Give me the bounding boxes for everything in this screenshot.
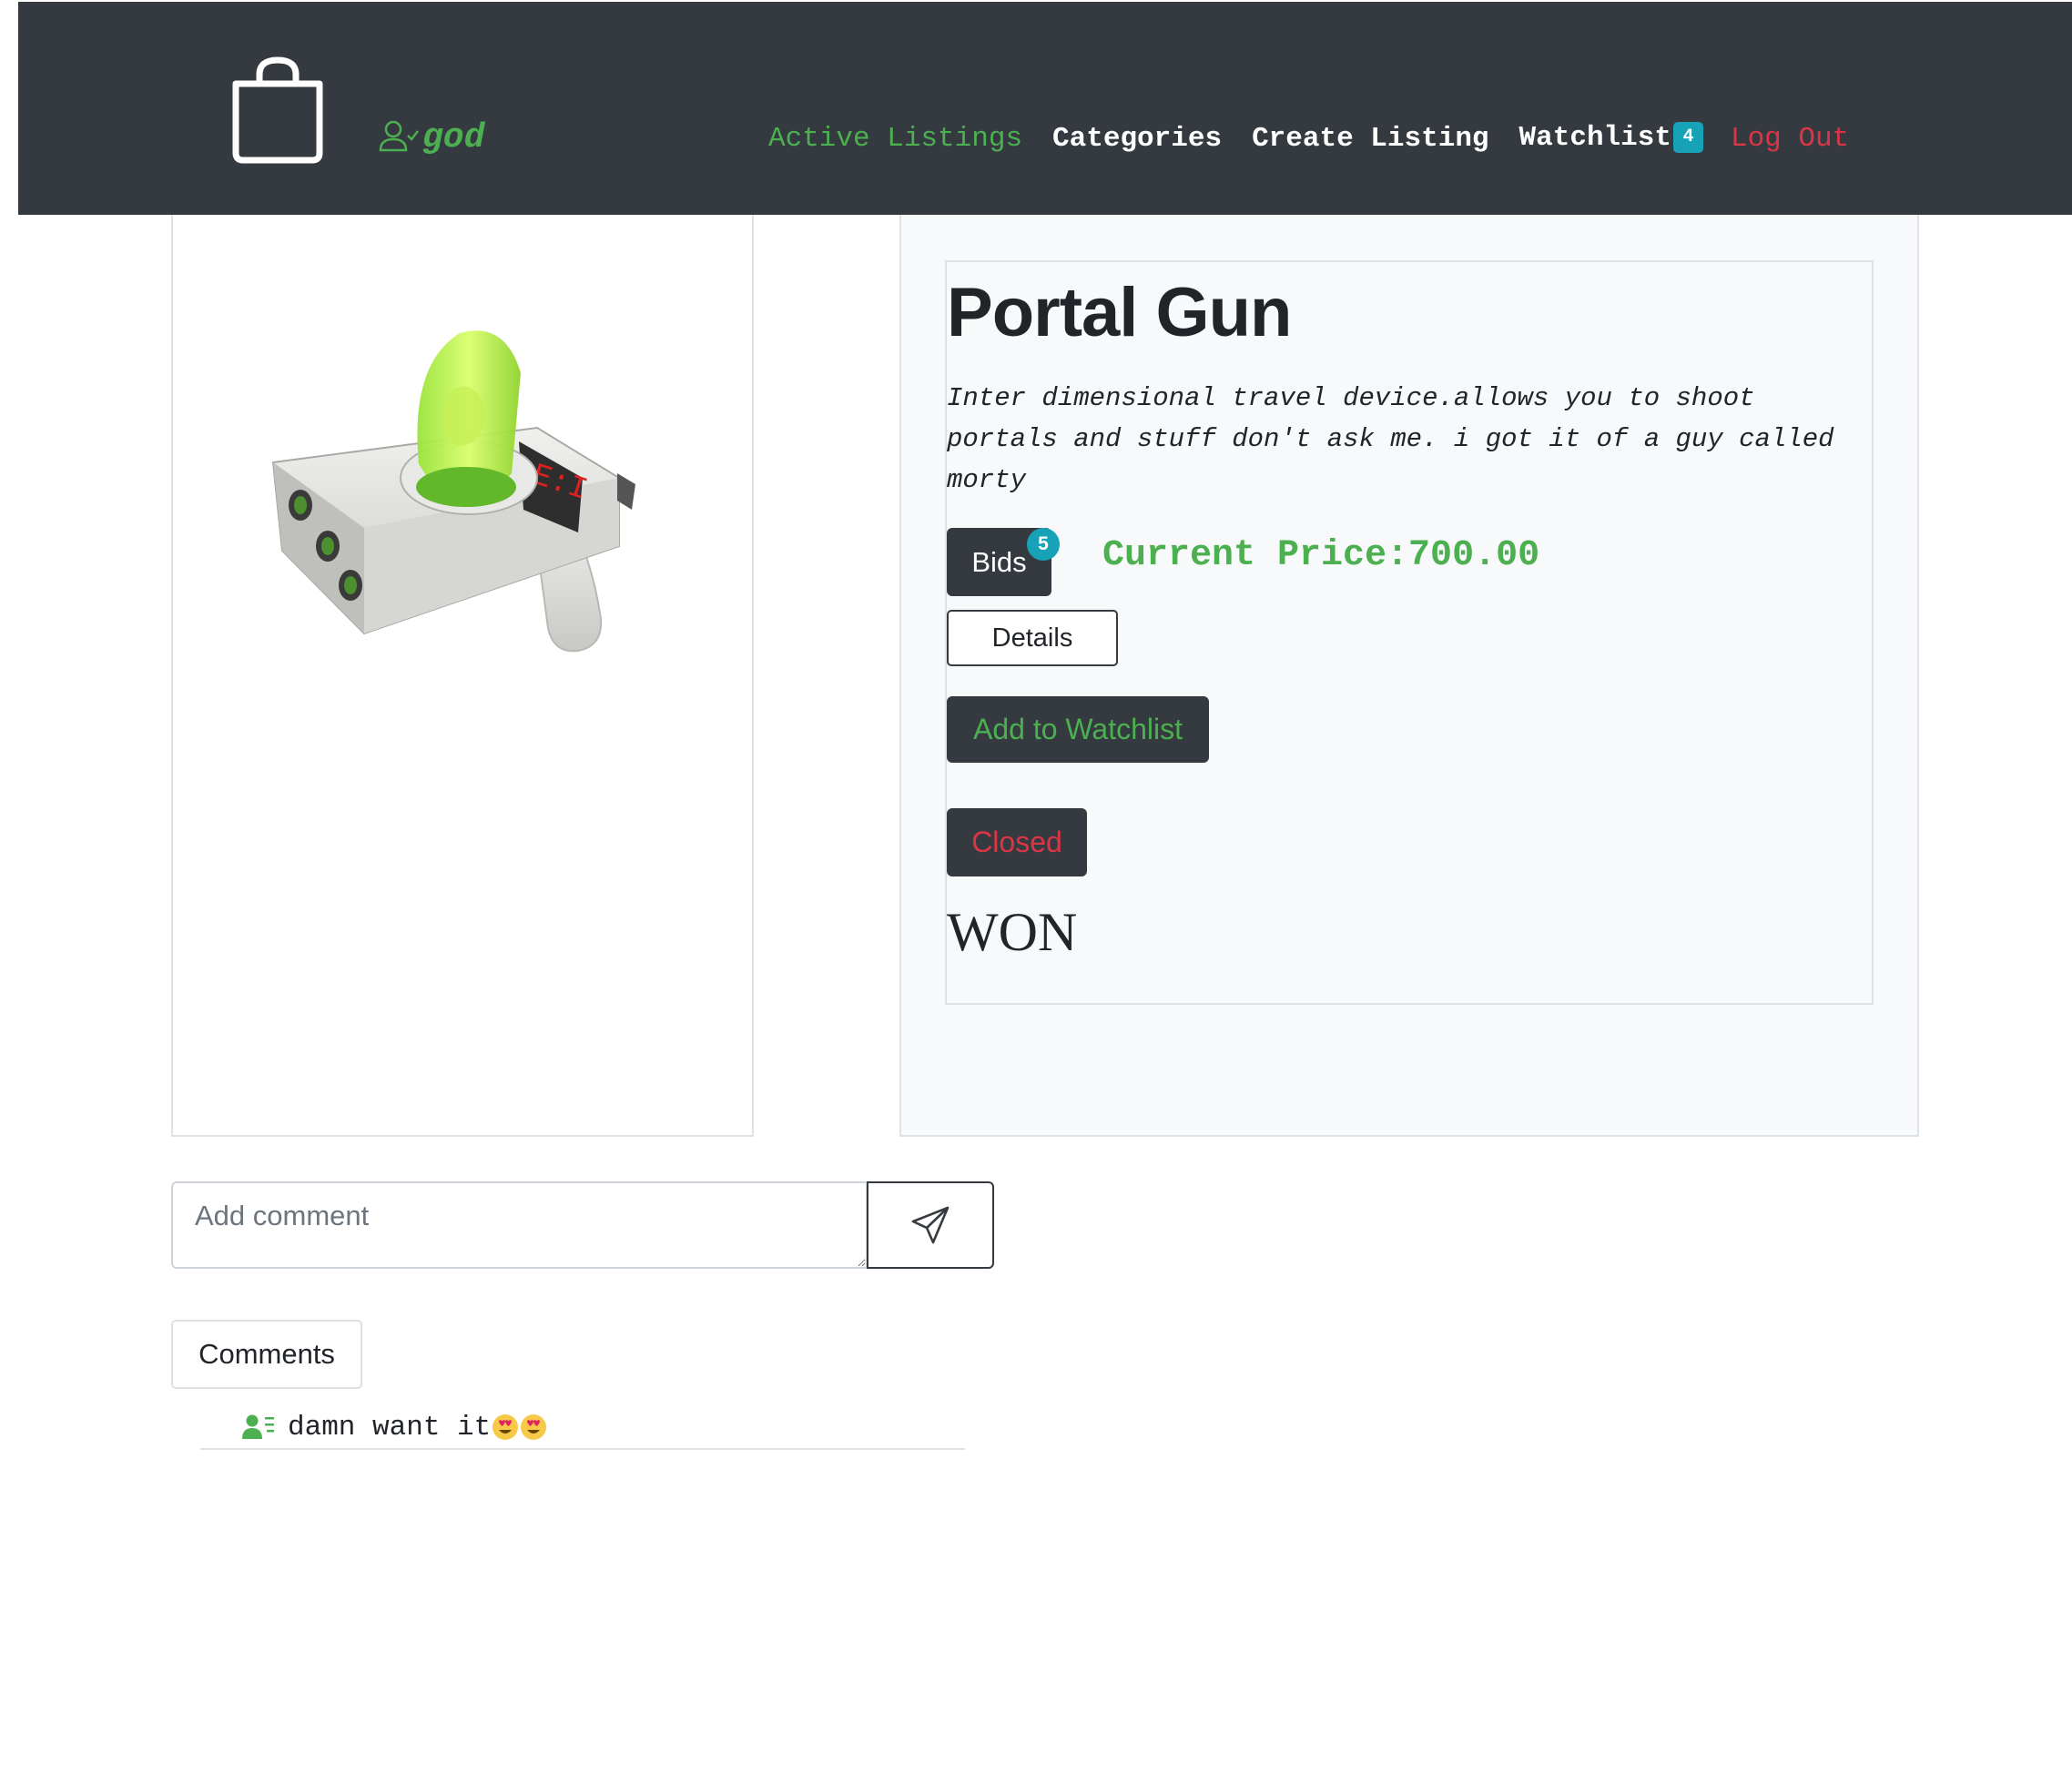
user-comment-icon (242, 1414, 274, 1439)
comment-item: damn want it (200, 1406, 965, 1450)
heart-eyes-icon (521, 1414, 547, 1440)
add-to-watchlist-label: Add to Watchlist (972, 713, 1183, 745)
username: god (422, 117, 485, 157)
navbar (18, 2, 2072, 215)
bids-count-badge: 5 (1027, 528, 1060, 561)
user-check-icon (379, 120, 419, 152)
comment-input[interactable] (171, 1181, 868, 1269)
comments-tab[interactable]: Comments (171, 1320, 362, 1389)
closed-status-button[interactable]: Closed (947, 808, 1087, 876)
send-icon (911, 1206, 950, 1244)
nav-active-listings[interactable]: Active Listings (768, 123, 1022, 155)
listing-description: Inter dimensional travel device.allows y… (947, 383, 1834, 495)
nav-watchlist[interactable]: Watchlist 4 (1518, 122, 1703, 155)
auction-result: WON (947, 902, 1078, 962)
user-profile-link[interactable]: god (379, 115, 484, 160)
shopping-bag-icon[interactable] (232, 56, 323, 164)
watchlist-count-badge: 4 (1672, 122, 1703, 154)
add-to-watchlist-button[interactable]: Add to Watchlist (947, 696, 1209, 763)
details-button[interactable]: Details (947, 610, 1118, 666)
nav-create-listing[interactable]: Create Listing (1252, 123, 1488, 155)
portal-gun-image: E:I (271, 330, 635, 653)
comment-text: damn want it (288, 1411, 492, 1444)
heart-eyes-icon (493, 1414, 519, 1440)
nav-watchlist-label: Watchlist (1518, 122, 1671, 155)
listing-title: Portal Gun (947, 274, 1292, 351)
current-price: Current Price:700.00 (1102, 535, 1540, 576)
nav-links: Active Listings Categories Create Listin… (768, 117, 1849, 160)
send-comment-button[interactable] (867, 1181, 994, 1269)
closed-label: Closed (971, 826, 1062, 858)
nav-logout[interactable]: Log Out (1731, 123, 1849, 155)
nav-categories[interactable]: Categories (1052, 123, 1222, 155)
bids-label: Bids (971, 545, 1027, 578)
